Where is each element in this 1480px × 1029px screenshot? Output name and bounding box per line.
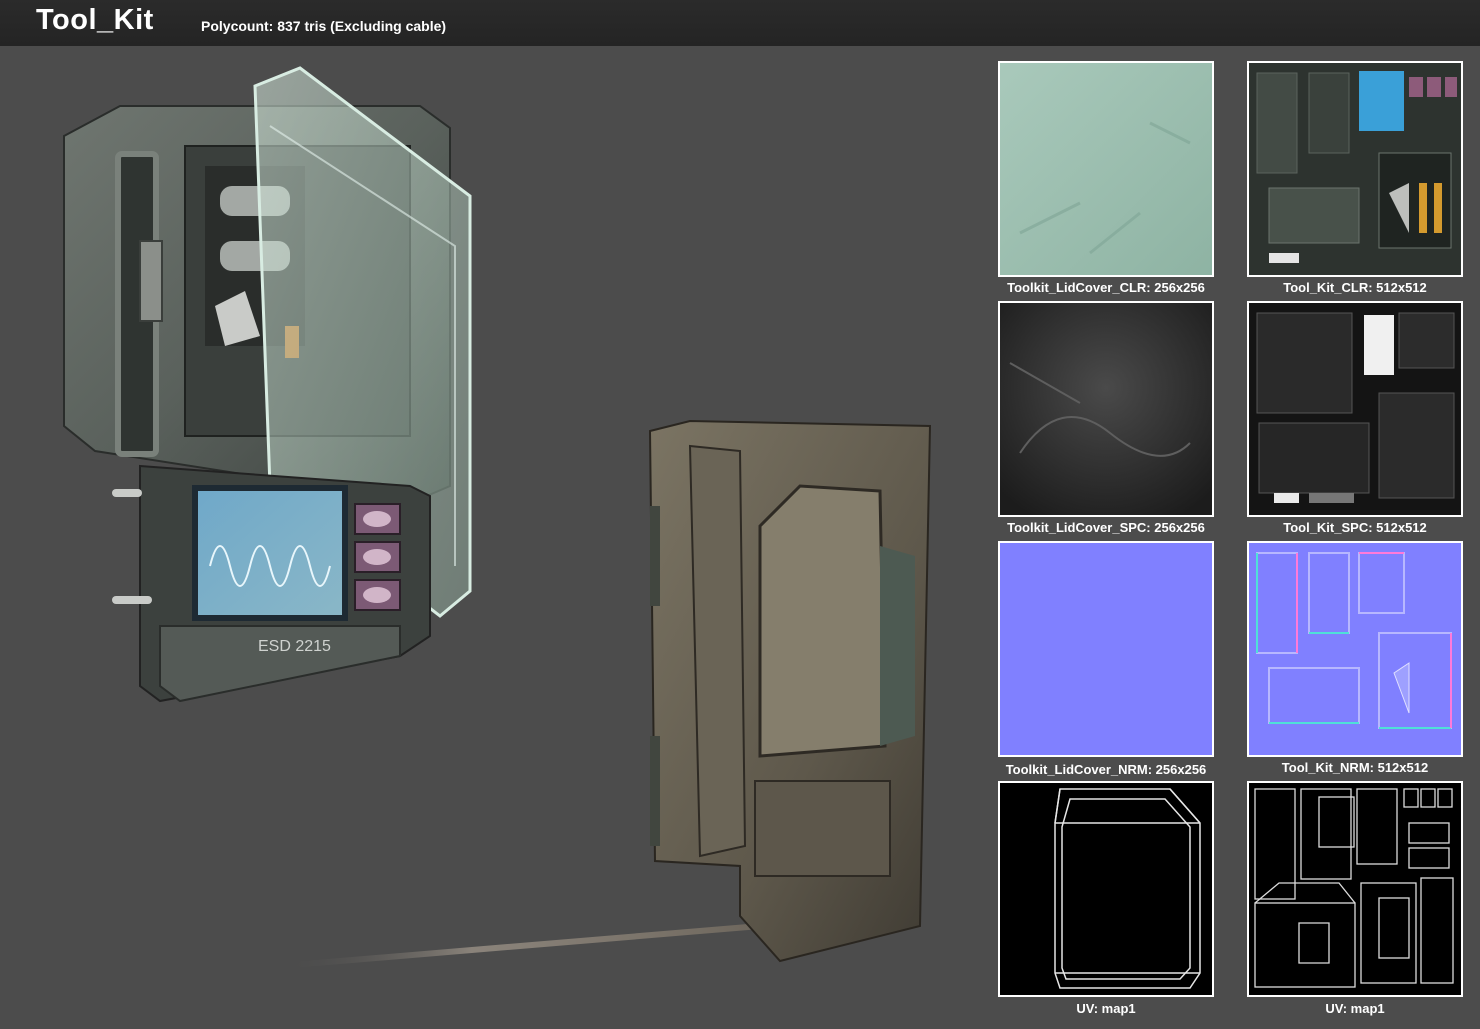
texture-toolkit-clr — [1247, 61, 1463, 277]
page-title: Tool_Kit — [36, 4, 154, 36]
lidcover-color-map — [1000, 63, 1212, 275]
texture-lidcover-uv — [998, 781, 1214, 997]
lidcover-uv-map — [1054, 788, 1201, 989]
texture-lidcover-nrm — [998, 541, 1214, 757]
texture-lidcover-clr — [998, 61, 1214, 277]
toolkit-color-map — [1249, 63, 1461, 275]
model-viewport: ESD 2215 — [0, 46, 990, 1024]
caption-toolkit-nrm: Tool_Kit_NRM: 512x512 — [1281, 760, 1429, 775]
caption-toolkit-clr: Tool_Kit_CLR: 512x512 — [1283, 280, 1427, 295]
texture-toolkit-nrm — [1247, 541, 1463, 757]
toolkit-specular-map — [1249, 303, 1461, 515]
toolkit-normal-map — [1249, 543, 1461, 755]
texture-lidcover-spc — [998, 301, 1214, 517]
texture-toolkit-uv — [1247, 781, 1463, 997]
header-bar: Tool_Kit Polycount: 837 tris (Excluding … — [0, 0, 1480, 46]
caption-lidcover-nrm: Toolkit_LidCover_NRM: 256x256 — [1005, 762, 1207, 777]
caption-lidcover-uv: UV: map1 — [1076, 1001, 1136, 1016]
caption-lidcover-clr: Toolkit_LidCover_CLR: 256x256 — [1007, 280, 1205, 295]
toolkit-uv-map — [1254, 788, 1454, 988]
caption-lidcover-spc: Toolkit_LidCover_SPC: 256x256 — [1007, 520, 1205, 535]
lidcover-specular-map — [1000, 303, 1212, 515]
texture-toolkit-spc — [1247, 301, 1463, 517]
caption-toolkit-spc: Tool_Kit_SPC: 512x512 — [1283, 520, 1427, 535]
polycount-text: Polycount: 837 tris (Excluding cable) — [201, 18, 447, 34]
caption-toolkit-uv: UV: map1 — [1325, 1001, 1385, 1016]
toolkit-render: ESD 2215 — [63, 66, 932, 969]
device-label: ESD 2215 — [258, 638, 331, 655]
